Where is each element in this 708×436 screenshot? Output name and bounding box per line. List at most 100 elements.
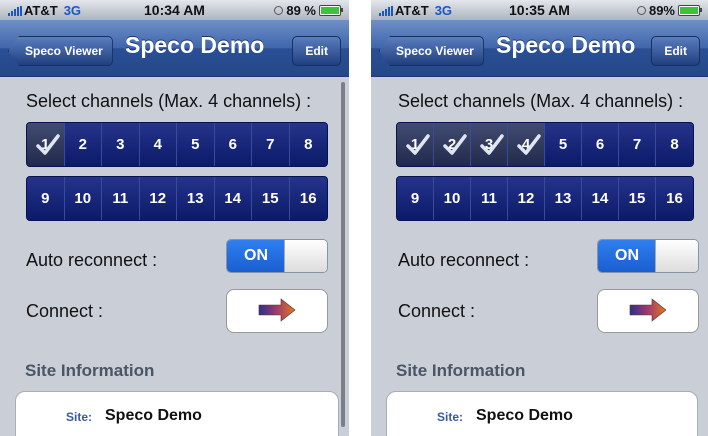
toggle-on-label: ON <box>598 240 656 272</box>
channel-6-button[interactable]: 6 <box>214 123 252 166</box>
channel-number: 16 <box>666 190 683 207</box>
channel-4-button[interactable]: 4 <box>139 123 177 166</box>
toggle-knob <box>284 240 327 272</box>
auto-reconnect-toggle[interactable]: ON <box>597 239 699 273</box>
site-information-header: Site Information <box>25 361 155 380</box>
channel-5-button[interactable]: 5 <box>545 123 582 166</box>
site-key: Site: <box>66 410 93 424</box>
channel-grid-row-1: 12 3 4 5 678 <box>26 122 328 167</box>
channel-number: 8 <box>670 136 679 153</box>
site-information-header: Site Information <box>396 361 526 380</box>
channel-11-button[interactable]: 11 <box>102 177 140 220</box>
channel-13-button[interactable]: 13 <box>545 177 582 220</box>
alarm-clock-icon <box>636 6 646 15</box>
channel-5-button[interactable]: 5 <box>177 123 215 166</box>
site-info-box: Site: Speco Demo <box>386 391 698 436</box>
channel-number: 15 <box>261 190 279 207</box>
site-info-box: Site: Speco Demo <box>15 391 339 436</box>
edit-button[interactable]: Edit <box>292 36 341 66</box>
checkmark-icon <box>480 134 504 155</box>
right-arrow-icon <box>629 298 667 322</box>
channel-grid-row-2: 9 10 11 12 13 14 15 16 <box>396 176 694 221</box>
back-button[interactable]: Speco Viewer <box>8 36 113 66</box>
channel-number: 10 <box>443 190 461 207</box>
page-title: Speco Demo <box>125 32 265 58</box>
connect-button[interactable] <box>226 289 328 333</box>
channel-number: 5 <box>191 136 200 153</box>
scrollbar[interactable] <box>341 82 345 427</box>
channel-number: 16 <box>299 190 317 207</box>
page-title: Speco Demo <box>496 32 636 58</box>
channel-number: 2 <box>78 136 87 153</box>
channel-8-button[interactable]: 8 <box>656 123 693 166</box>
channel-grid-row-1: 12345 6 7 8 <box>396 122 694 167</box>
channel-number: 9 <box>41 190 50 207</box>
channel-number: 8 <box>304 136 313 153</box>
channel-16-button[interactable]: 16 <box>289 177 327 220</box>
channel-15-button[interactable]: 15 <box>252 177 290 220</box>
checkmark-icon <box>443 134 467 155</box>
channel-2-button[interactable]: 2 <box>434 123 471 166</box>
battery-group: 89% <box>636 3 702 18</box>
channel-7-button[interactable]: 7 <box>619 123 656 166</box>
channel-10-button[interactable]: 10 <box>434 177 471 220</box>
battery-fill <box>321 7 339 14</box>
battery-percent: 89 % <box>286 3 316 18</box>
channel-grid-row-2: 9 10 11 12 13 14 15 16 <box>26 176 328 221</box>
back-button[interactable]: Speco Viewer <box>379 36 484 66</box>
battery-icon <box>678 5 702 16</box>
connect-button[interactable] <box>597 289 699 333</box>
channel-2-button[interactable]: 2 <box>64 123 102 166</box>
channel-number: 4 <box>153 136 162 153</box>
channel-number: 13 <box>554 190 572 207</box>
edit-button[interactable]: Edit <box>651 36 700 66</box>
site-value: Speco Demo <box>476 407 573 424</box>
channel-7-button[interactable]: 7 <box>252 123 290 166</box>
channel-number: 13 <box>186 190 204 207</box>
channel-number: 14 <box>224 190 242 207</box>
battery-icon <box>319 5 343 16</box>
checkmark-icon <box>517 134 541 155</box>
channel-12-button[interactable]: 12 <box>508 177 545 220</box>
channel-10-button[interactable]: 10 <box>64 177 102 220</box>
checkmark-icon <box>36 134 60 155</box>
connect-label: Connect : <box>398 301 476 321</box>
channel-3-button[interactable]: 3 <box>471 123 508 166</box>
channel-3-button[interactable]: 3 <box>102 123 140 166</box>
channel-8-button[interactable]: 8 <box>289 123 327 166</box>
channel-number: 10 <box>74 190 92 207</box>
channel-12-button[interactable]: 12 <box>139 177 177 220</box>
channel-4-button[interactable]: 4 <box>508 123 545 166</box>
status-bar: AT&T 3G 10:35 AM 89% <box>371 0 708 20</box>
channel-1-button[interactable]: 1 <box>27 123 65 166</box>
auto-reconnect-label: Auto reconnect : <box>26 250 158 270</box>
channel-number: 6 <box>228 136 237 153</box>
channel-15-button[interactable]: 15 <box>619 177 656 220</box>
navigation-bar: Speco Viewer Speco Demo Edit <box>0 20 349 77</box>
channel-number: 9 <box>410 190 420 207</box>
checkmark-icon <box>406 134 430 155</box>
channel-9-button[interactable]: 9 <box>27 177 65 220</box>
channel-14-button[interactable]: 14 <box>214 177 252 220</box>
channel-6-button[interactable]: 6 <box>582 123 619 166</box>
channel-13-button[interactable]: 13 <box>177 177 215 220</box>
channel-number: 3 <box>116 136 125 153</box>
channel-14-button[interactable]: 14 <box>582 177 619 220</box>
channel-number: 5 <box>558 136 568 153</box>
channel-9-button[interactable]: 9 <box>397 177 434 220</box>
channel-number: 11 <box>481 190 497 207</box>
channel-1-button[interactable]: 1 <box>397 123 434 166</box>
auto-reconnect-label: Auto reconnect : <box>398 250 530 270</box>
connect-label: Connect : <box>26 301 104 321</box>
navigation-bar: Speco Viewer Speco Demo Edit <box>371 20 708 77</box>
channel-number: 7 <box>632 136 642 153</box>
channel-16-button[interactable]: 16 <box>656 177 693 220</box>
channel-number: 12 <box>149 190 167 207</box>
auto-reconnect-toggle[interactable]: ON <box>226 239 328 273</box>
channel-number: 6 <box>595 136 605 153</box>
site-key: Site: <box>437 410 464 424</box>
channel-11-button[interactable]: 11 <box>471 177 508 220</box>
screen-right: AT&T 3G 10:35 AM 89% Speco Viewer Speco … <box>371 0 708 436</box>
toggle-knob <box>655 240 698 272</box>
channel-number: 15 <box>628 190 646 207</box>
